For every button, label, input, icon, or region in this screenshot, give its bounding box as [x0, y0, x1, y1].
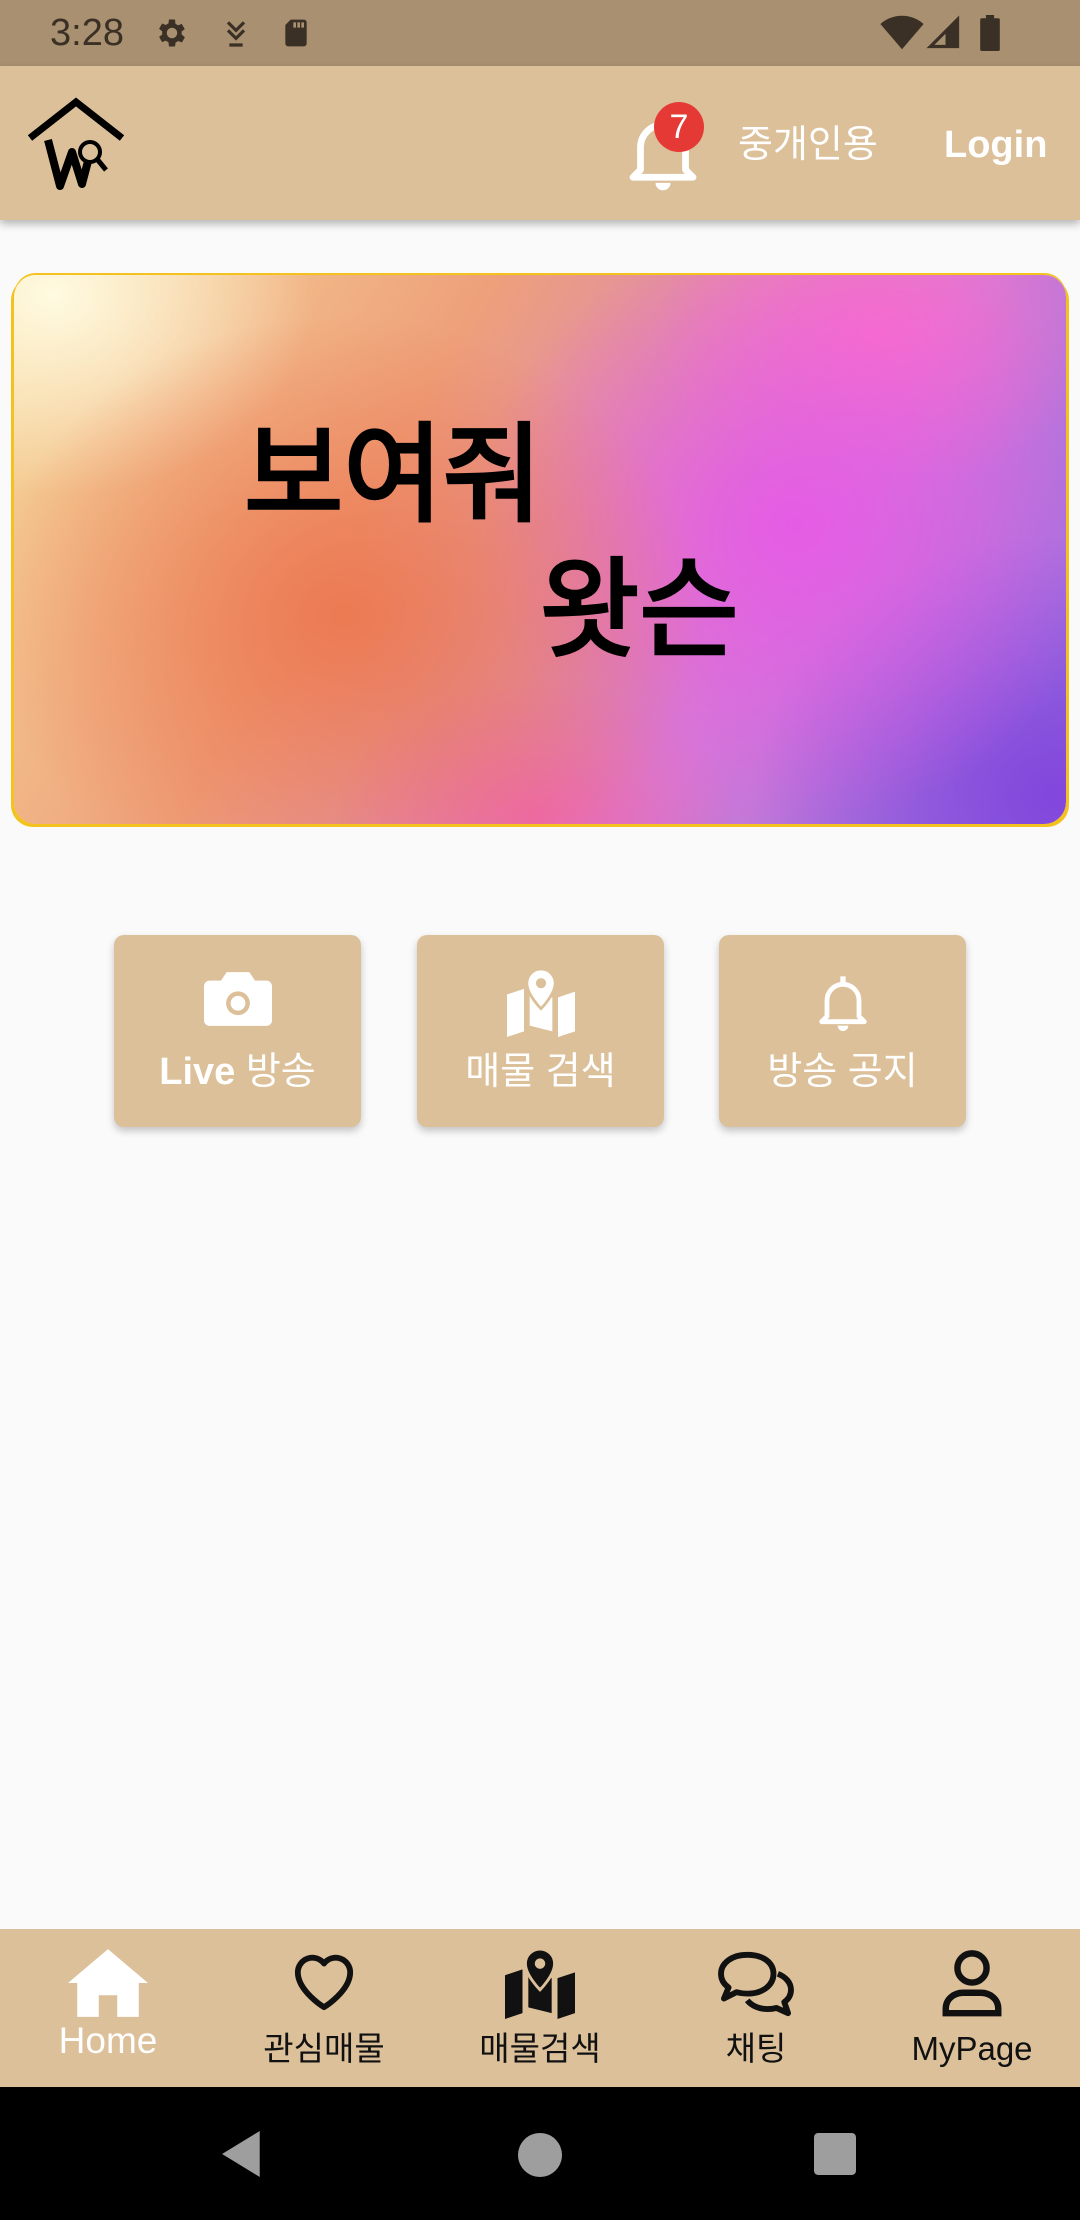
map-icon [432, 1947, 648, 2025]
broadcast-notice-button[interactable]: 방송 공지 [719, 935, 966, 1127]
nav-home-label: Home [58, 2020, 158, 2061]
nav-chat[interactable]: 채팅 [648, 1929, 864, 2087]
person-icon [864, 1949, 1080, 2025]
broadcast-notice-label: 방송 공지 [767, 1051, 918, 1093]
hero-banner: 보여줘 왓슨 [14, 275, 1066, 824]
nav-chat-label: 채팅 [725, 2030, 787, 2067]
status-time: 3:28 [50, 12, 124, 54]
nav-mypage[interactable]: MyPage [864, 1929, 1080, 2087]
home-icon [0, 1949, 216, 2025]
chat-icon [648, 1949, 864, 2025]
live-broadcast-label: Live 방송 [159, 1051, 316, 1093]
back-icon[interactable] [222, 2131, 264, 2182]
banner-title-line1: 보여줘 [244, 414, 543, 535]
bell-icon [719, 969, 966, 1033]
status-bar: 3:28 [0, 0, 1080, 66]
banner-title-line2: 왓슨 [540, 549, 739, 670]
signal-icon [926, 15, 962, 56]
nav-mypage-label: MyPage [911, 2030, 1033, 2067]
sd-card-icon [280, 15, 312, 56]
broker-mode-link[interactable]: 중개인용 [738, 120, 878, 170]
nav-property-search[interactable]: 매물검색 [432, 1929, 648, 2087]
nav-property-search-label: 매물검색 [479, 2030, 601, 2067]
wifi-icon [880, 15, 924, 56]
live-broadcast-button[interactable]: Live 방송 [114, 935, 361, 1127]
nav-home[interactable]: Home [0, 1929, 216, 2087]
app-bar: 7 중개인용 Login [0, 66, 1080, 220]
notification-badge: 7 [654, 102, 704, 152]
system-navigation-bar [0, 2087, 1080, 2220]
map-pin-icon [417, 967, 664, 1037]
heart-icon [216, 1949, 432, 2025]
battery-icon [978, 15, 1002, 56]
gear-icon [154, 15, 190, 56]
download-icon [220, 15, 252, 56]
property-search-button[interactable]: 매물 검색 [417, 935, 664, 1127]
nav-favorites-label: 관심매물 [263, 2030, 385, 2067]
home-circle-icon[interactable] [518, 2133, 562, 2182]
login-link[interactable]: Login [944, 120, 1047, 170]
recents-square-icon[interactable] [814, 2133, 856, 2180]
bottom-navigation: Home 관심매물 매물검색 채팅 MyPage [0, 1929, 1080, 2087]
property-search-label: 매물 검색 [465, 1051, 616, 1093]
house-w-logo[interactable] [26, 94, 126, 197]
camera-icon [114, 969, 361, 1033]
nav-favorites[interactable]: 관심매물 [216, 1929, 432, 2087]
